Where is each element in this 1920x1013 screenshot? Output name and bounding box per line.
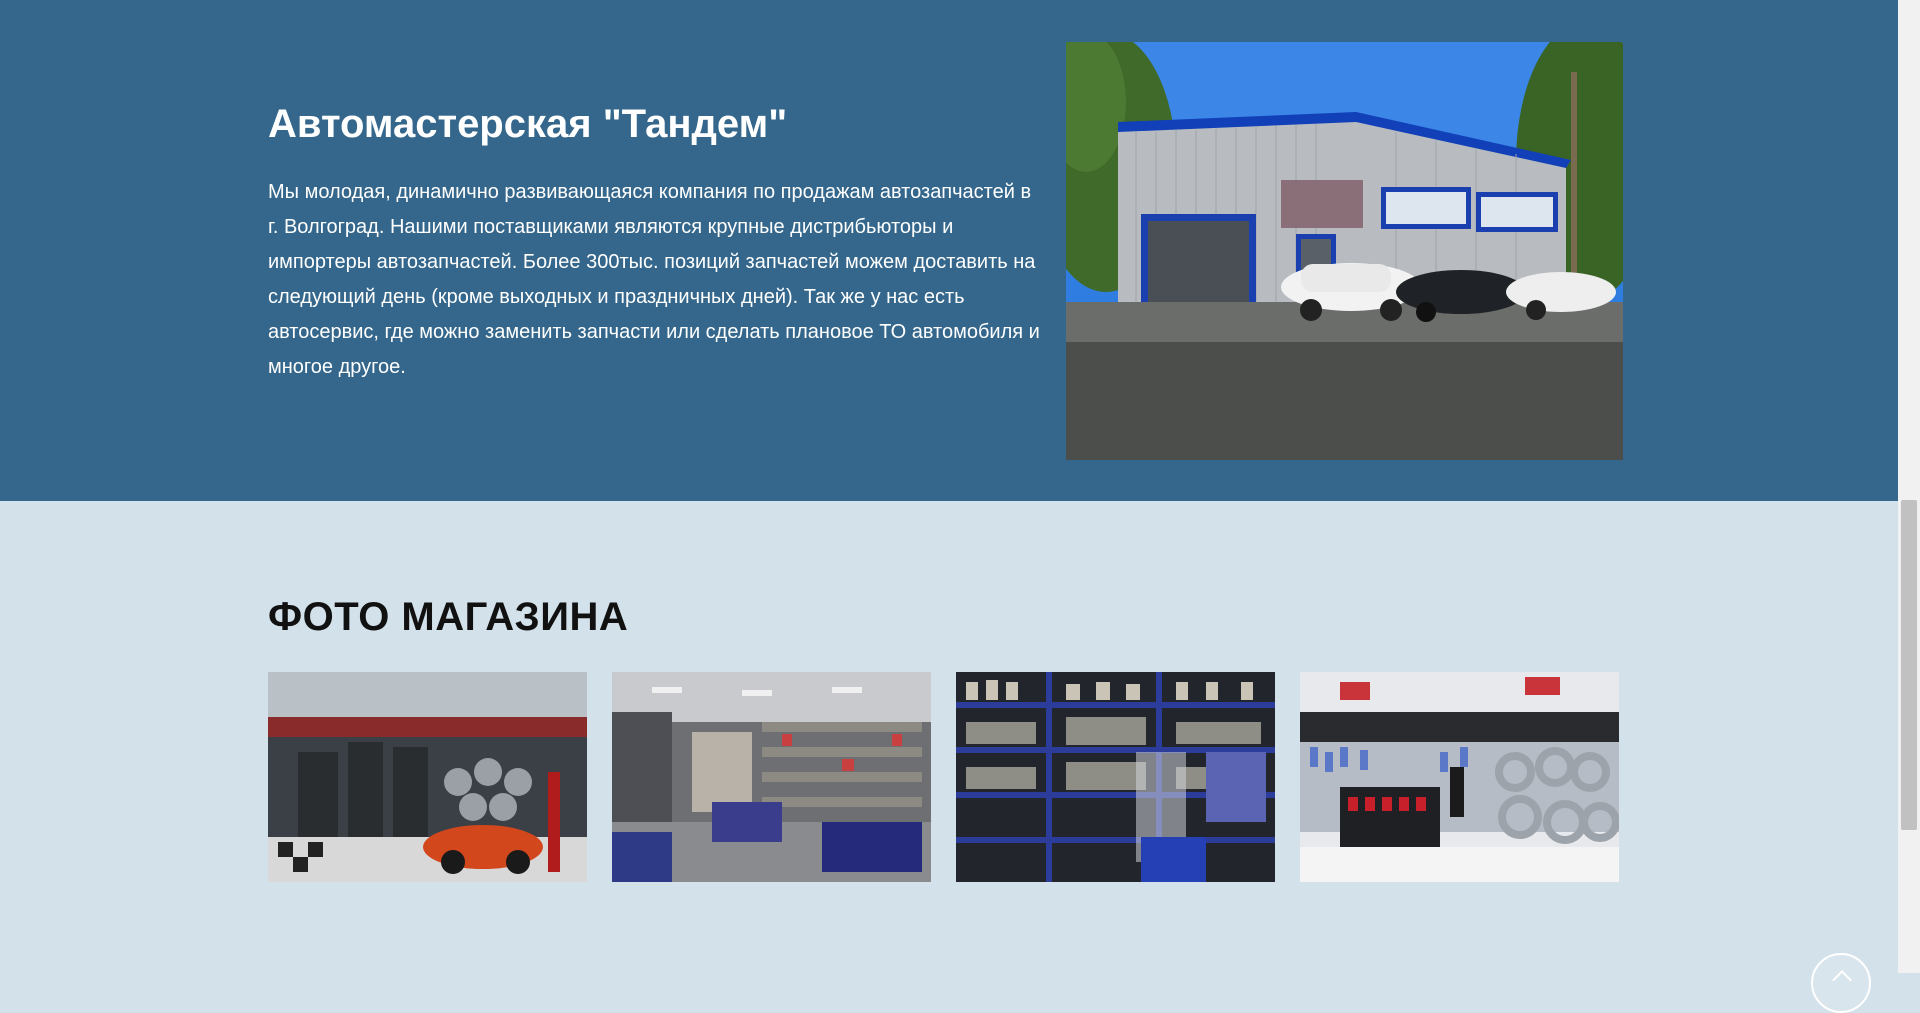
store-photos-section: ФОТО МАГАЗИНА bbox=[0, 501, 1898, 973]
about-title: Автомастерская "Тандем" bbox=[268, 102, 788, 146]
about-description: Мы молодая, динамично развивающаяся комп… bbox=[268, 181, 1040, 378]
page: Автомастерская "Тандем" Мы молодая, дина… bbox=[0, 0, 1898, 1013]
page-scrollbar[interactable] bbox=[1898, 0, 1920, 973]
gallery-title: ФОТО МАГАЗИНА bbox=[268, 595, 629, 639]
scroll-to-top-button[interactable] bbox=[1811, 953, 1871, 1013]
scrollbar-thumb[interactable] bbox=[1901, 500, 1917, 830]
about-section: Автомастерская "Тандем" Мы молодая, дина… bbox=[0, 0, 1898, 501]
store-photo-3[interactable] bbox=[956, 672, 1275, 882]
store-photo-2[interactable] bbox=[612, 672, 931, 882]
workshop-building-photo bbox=[1066, 42, 1623, 460]
chevron-up-icon bbox=[1832, 970, 1852, 990]
store-photo-4[interactable] bbox=[1300, 672, 1619, 882]
store-photo-1[interactable] bbox=[268, 672, 587, 882]
